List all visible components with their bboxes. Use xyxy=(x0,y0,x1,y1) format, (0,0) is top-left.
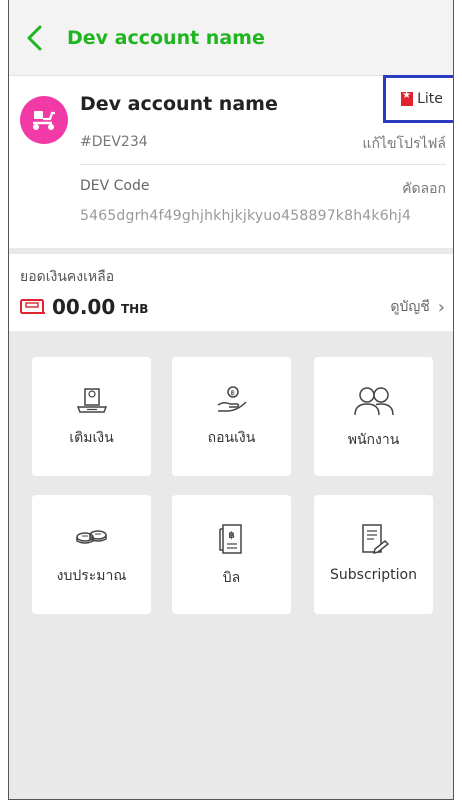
view-account-label: ดูบัญชี xyxy=(390,299,430,315)
profile-name: Dev account name xyxy=(80,93,278,115)
menu-item-budget[interactable]: งบประมาณ xyxy=(32,495,151,614)
wallet-icon xyxy=(20,299,45,314)
top-up-icon xyxy=(76,388,107,413)
scooter-icon xyxy=(33,111,55,130)
edit-profile-link[interactable]: แก้ไขโปรไฟล์ xyxy=(362,133,446,155)
menu-item-bill[interactable]: ฿ บิล xyxy=(172,495,291,614)
balance-section: ยอดเงินคงเหลือ 00.00 THB ดูบัญชี › xyxy=(9,254,453,331)
menu-item-top-up[interactable]: เติมเงิน xyxy=(32,357,151,476)
avatar xyxy=(20,96,68,144)
staff-icon xyxy=(353,387,394,416)
app-screen: Dev account name Dev account name #DEV23… xyxy=(8,0,454,800)
view-account-link[interactable]: ดูบัญชี › xyxy=(390,296,445,318)
menu-item-staff[interactable]: พนักงาน xyxy=(314,357,433,476)
badge-label: Lite xyxy=(417,91,443,107)
bill-icon: ฿ xyxy=(218,524,242,554)
menu-label: ถอนเงิน xyxy=(207,430,256,446)
currency-label: THB xyxy=(121,302,149,316)
dev-code-label: DEV Code xyxy=(80,178,150,194)
profile-id: #DEV234 xyxy=(80,134,148,150)
svg-text:฿: ฿ xyxy=(230,389,234,397)
svg-text:฿: ฿ xyxy=(228,531,234,541)
divider xyxy=(80,164,446,165)
lite-badge: Lite xyxy=(383,75,453,123)
balance-label: ยอดเงินคงเหลือ xyxy=(20,269,115,285)
dev-code-value: 5465dgrh4f49ghjhkhjkjkyuo458897k8h4k6hj4 xyxy=(80,208,412,224)
menu-item-subscription[interactable]: Subscription xyxy=(314,495,433,614)
budget-icon xyxy=(75,530,107,544)
withdraw-icon: ฿ xyxy=(217,386,247,412)
menu-label: งบประมาณ xyxy=(56,568,127,584)
copy-button[interactable]: คัดลอก xyxy=(402,178,446,200)
balance-amount: 00.00 xyxy=(52,295,116,319)
menu-label: พนักงาน xyxy=(347,432,400,448)
bookmark-star-icon xyxy=(401,90,414,106)
chevron-right-icon: › xyxy=(437,296,445,318)
subscription-icon xyxy=(361,524,389,555)
menu-label: บิล xyxy=(222,570,241,586)
menu-item-withdraw[interactable]: ฿ ถอนเงิน xyxy=(172,357,291,476)
menu-label: Subscription xyxy=(330,567,417,583)
menu-label: เติมเงิน xyxy=(69,430,114,446)
